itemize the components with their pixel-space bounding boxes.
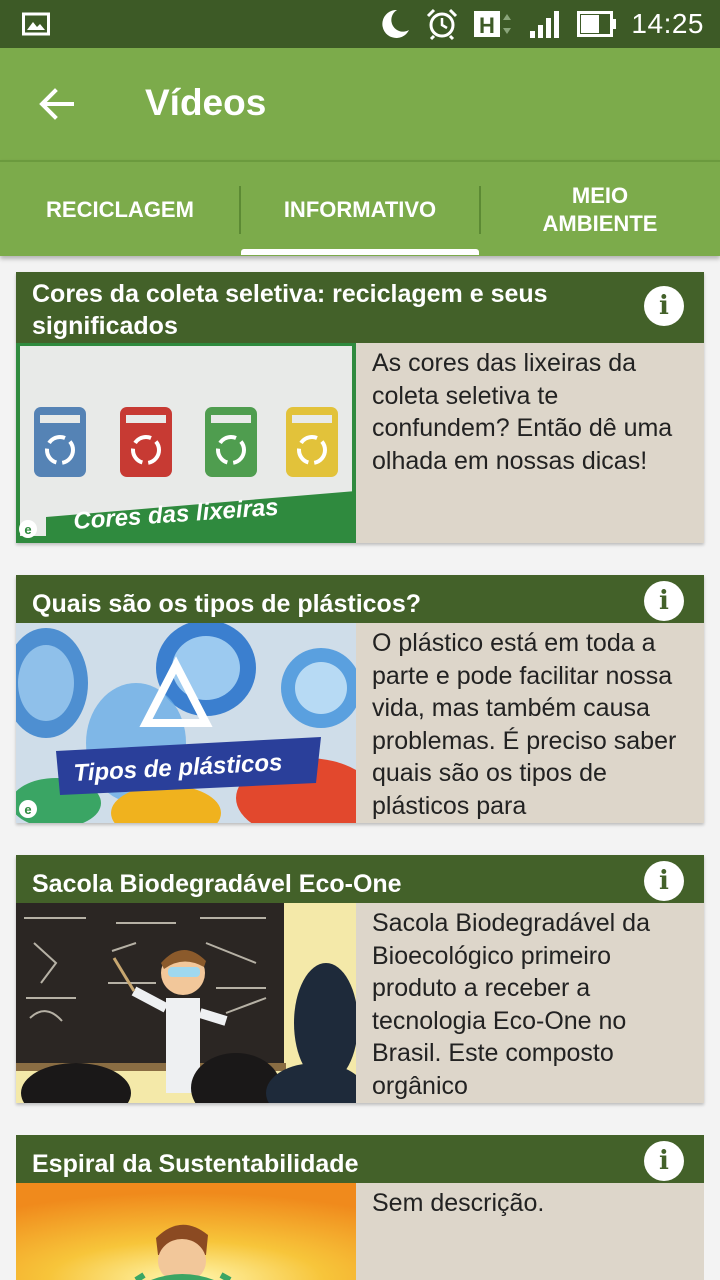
card-header: Espiral da Sustentabilidade i [16,1135,704,1183]
tab-label: MEIO AMBIENTE [542,183,658,236]
video-title: Sacola Biodegradável Eco-One [32,870,402,898]
page-title: Vídeos [145,82,267,123]
card-header: Quais são os tipos de plásticos? i [16,575,704,623]
card-header: Cores da coleta seletiva: reciclagem e s… [16,272,704,343]
tab-label: RECICLAGEM [46,197,194,222]
alarm-icon [427,8,458,41]
status-bar: H 14:25 [0,0,720,48]
battery-icon [577,11,617,37]
info-button[interactable]: i [644,1141,684,1181]
video-description: O plástico está em toda a parte e pode f… [372,629,677,820]
video-thumbnail[interactable]: Cores das lixeiras e [16,343,356,543]
blue-bin [34,407,86,477]
card-body: Sem descrição. [16,1183,704,1280]
video-description: Sacola Biodegradável da Bioecológico pri… [372,909,650,1100]
info-button[interactable]: i [644,286,684,326]
tab-reciclagem[interactable]: RECICLAGEM [0,162,240,258]
yellow-bin [286,407,338,477]
video-card[interactable]: Espiral da Sustentabilidade i Sem descri… [16,1135,704,1280]
video-description: Sem descrição. [372,1189,545,1217]
card-body: Tipos de plásticos e O plástico está em … [16,623,704,823]
tab-meio-ambiente[interactable]: MEIO AMBIENTE [480,162,720,258]
plastic-bottles-illustration: Tipos de plásticos e [16,623,356,823]
video-title: Espiral da Sustentabilidade [32,1150,359,1178]
card-body: Cores das lixeiras e As cores das lixeir… [16,343,704,543]
tab-informativo[interactable]: INFORMATIVO [240,162,480,258]
video-title: Cores da coleta seletiva: reciclagem e s… [32,280,548,340]
video-thumbnail[interactable] [16,1183,356,1280]
video-description: As cores das lixeiras da coleta seletiva… [372,349,673,475]
info-icon: i [659,586,669,616]
info-icon: i [659,1146,669,1176]
video-thumbnail[interactable]: Tipos de plásticos e [16,623,356,823]
svg-text:H: H [479,13,495,38]
card-body: Sacola Biodegradável da Bioecológico pri… [16,903,704,1103]
card-header: Sacola Biodegradável Eco-One i [16,855,704,903]
clock-time: 14:25 [631,8,704,39]
video-title: Quais são os tipos de plásticos? [32,590,421,618]
svg-text:e: e [24,802,31,817]
sunburst-character-illustration [16,1183,356,1280]
arrow-back-icon [39,88,74,120]
info-icon: i [659,291,669,321]
video-card[interactable]: Quais são os tipos de plásticos? i Tipos… [16,575,704,823]
signal-icon [530,11,560,38]
moon-icon [382,9,410,38]
scientist-classroom-illustration [16,903,356,1103]
recycling-bins-illustration: Cores das lixeiras e [16,343,356,543]
tab-bar: RECICLAGEM INFORMATIVO MEIO AMBIENTE [0,160,720,256]
red-bin [120,407,172,477]
info-button[interactable]: i [644,861,684,901]
svg-text:e: e [24,522,31,537]
video-card[interactable]: Cores da coleta seletiva: reciclagem e s… [16,272,704,543]
back-button[interactable] [28,78,84,130]
video-card[interactable]: Sacola Biodegradável Eco-One i Sacola Bi… [16,855,704,1103]
info-button[interactable]: i [644,581,684,621]
selected-tab-indicator [241,249,479,255]
info-icon: i [659,866,669,896]
tab-label: INFORMATIVO [283,197,437,222]
video-thumbnail[interactable] [16,903,356,1103]
image-notification-icon [22,12,50,36]
network-h-icon: H [474,11,512,38]
green-bin [205,407,257,477]
app-bar: Vídeos [0,48,720,160]
